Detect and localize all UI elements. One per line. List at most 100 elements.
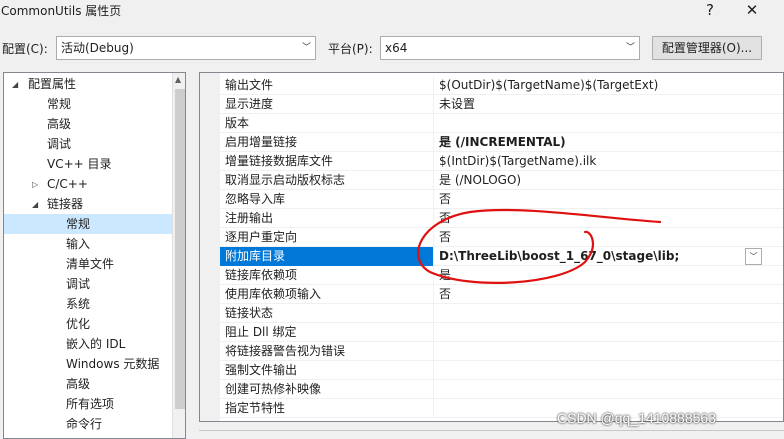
tree-item-label: 输入 <box>66 237 91 251</box>
property-value[interactable]: 否 <box>434 285 783 304</box>
tree-item[interactable]: 清单文件 <box>4 254 172 274</box>
property-row[interactable]: 强制文件输出 <box>220 361 783 380</box>
tree-item[interactable]: 所有选项 <box>4 394 172 414</box>
property-grid[interactable]: 输出文件 $(OutDir)$(TargetName)$(TargetExt) 显示… <box>199 72 784 422</box>
collapse-arrow-icon[interactable]: ◢ <box>32 195 38 215</box>
tree-item[interactable]: 常规 <box>4 94 172 114</box>
property-name: 取消显示启动版权标志 <box>220 171 434 190</box>
property-row[interactable]: 显示进度 未设置 <box>220 95 783 114</box>
tree-item-label: 配置属性 <box>28 77 77 91</box>
property-row[interactable]: 增量链接数据库文件 $(IntDir)$(TargetName).ilk <box>220 152 783 171</box>
property-name: 逐用户重定向 <box>220 228 434 247</box>
platform-select-value: x64 <box>385 41 408 55</box>
tree-item[interactable]: ◢ 配置属性 <box>4 74 172 94</box>
property-value[interactable]: 是 <box>434 266 783 285</box>
property-row[interactable]: 注册输出否 <box>220 209 783 228</box>
property-value[interactable]: D:\ThreeLib\boost_1_67_0\stage\lib; <box>434 247 783 266</box>
tree-item[interactable]: 高级 <box>4 374 172 394</box>
property-name: 启用增量链接 <box>220 133 434 152</box>
property-name: 链接状态 <box>220 304 434 323</box>
tree-item-label: 常规 <box>47 97 72 111</box>
property-row[interactable]: 版本 <box>220 114 783 133</box>
property-row[interactable]: 取消显示启动版权标志是 (/NOLOGO) <box>220 171 783 190</box>
property-value[interactable]: $(IntDir)$(TargetName).ilk <box>434 152 783 171</box>
tree-item-label: 调试 <box>47 137 72 151</box>
property-value[interactable] <box>434 361 783 380</box>
chevron-down-icon: ﹀ <box>301 43 311 53</box>
tree-item-label: 系统 <box>66 297 91 311</box>
tree-item[interactable]: ▷ C/C++ <box>4 174 172 194</box>
tree-item-label: 优化 <box>66 317 91 331</box>
property-name: 输出文件 <box>220 76 434 95</box>
tree-item[interactable]: 嵌入的 IDL <box>4 334 172 354</box>
property-name: 将链接器警告视为错误 <box>220 342 434 361</box>
tree-item[interactable]: Windows 元数据 <box>4 354 172 374</box>
property-value[interactable] <box>434 323 783 342</box>
window-title: CommonUtils 属性页 <box>1 4 122 18</box>
property-name: 增量链接数据库文件 <box>220 152 434 171</box>
scroll-up-icon[interactable]: ▲ <box>175 75 181 84</box>
tree-item[interactable]: 系统 <box>4 294 172 314</box>
tree-item-label: 清单文件 <box>66 257 115 271</box>
property-name: 显示进度 <box>220 95 434 114</box>
property-name: 阻止 Dll 绑定 <box>220 323 434 342</box>
property-row[interactable]: 阻止 Dll 绑定 <box>220 323 783 342</box>
property-row[interactable]: 输出文件 $(OutDir)$(TargetName)$(TargetExt) <box>220 76 783 95</box>
tree-scrollbar[interactable]: ▲ <box>172 73 185 438</box>
property-value[interactable]: 否 <box>434 209 783 228</box>
property-row[interactable]: 逐用户重定向否 <box>220 228 783 247</box>
collapse-arrow-icon[interactable]: ◢ <box>12 75 18 95</box>
tree-item[interactable]: 高级 <box>4 114 172 134</box>
config-select-value: 活动(Debug) <box>61 41 134 55</box>
property-value[interactable] <box>434 380 783 399</box>
property-name: 链接库依赖项 <box>220 266 434 285</box>
property-name: 创建可热修补映像 <box>220 380 434 399</box>
property-row[interactable]: 忽略导入库否 <box>220 190 783 209</box>
grid-gutter <box>200 73 220 421</box>
chevron-down-icon[interactable]: ﹀ <box>745 248 762 265</box>
property-value[interactable]: 否 <box>434 190 783 209</box>
property-value[interactable]: 未设置 <box>434 95 783 114</box>
property-row[interactable]: 使用库依赖项输入否 <box>220 285 783 304</box>
config-label: 配置(C): <box>2 42 48 56</box>
expand-arrow-icon[interactable]: ▷ <box>32 175 38 195</box>
property-row[interactable]: 链接状态 <box>220 304 783 323</box>
tree-item-label: 所有选项 <box>66 397 115 411</box>
property-value[interactable] <box>434 342 783 361</box>
property-name: 使用库依赖项输入 <box>220 285 434 304</box>
property-value[interactable]: 是 (/INCREMENTAL) <box>434 133 783 152</box>
tree-item-label: 调试 <box>66 277 91 291</box>
tree-item[interactable]: 调试 <box>4 134 172 154</box>
tree-item[interactable]: 优化 <box>4 314 172 334</box>
property-value[interactable]: 否 <box>434 228 783 247</box>
property-row[interactable]: 创建可热修补映像 <box>220 380 783 399</box>
tree-item[interactable]: 命令行 <box>4 414 172 434</box>
help-button[interactable]: ? <box>700 0 720 20</box>
platform-select[interactable]: x64 ﹀ <box>380 36 640 60</box>
tree-item[interactable]: 调试 <box>4 274 172 294</box>
chevron-down-icon: ﹀ <box>625 43 635 53</box>
property-value[interactable]: $(OutDir)$(TargetName)$(TargetExt) <box>434 76 783 95</box>
tree-item[interactable]: VC++ 目录 <box>4 154 172 174</box>
property-row[interactable]: 附加库目录 D:\ThreeLib\boost_1_67_0\stage\lib;… <box>220 247 783 266</box>
property-row[interactable]: 启用增量链接是 (/INCREMENTAL) <box>220 133 783 152</box>
tree-item-label: 嵌入的 IDL <box>66 337 126 351</box>
tree-item[interactable]: 输入 <box>4 234 172 254</box>
property-tree[interactable]: ◢ 配置属性 常规 高级 调试 VC++ 目录 ▷ C/C++ ◢ 链接器 常规 输入 清单文件 调试 系统… <box>3 72 186 439</box>
tree-item-label: Windows 元数据 <box>66 357 160 371</box>
tree-item[interactable]: ◢ 链接器 <box>4 194 172 214</box>
property-value[interactable] <box>434 304 783 323</box>
close-button[interactable]: ✕ <box>742 0 762 20</box>
config-select[interactable]: 活动(Debug) ﹀ <box>56 36 316 60</box>
property-name: 指定节特性 <box>220 399 434 418</box>
title-bar: CommonUtils 属性页 ? ✕ <box>0 0 784 22</box>
tree-item-label: 链接器 <box>47 197 84 211</box>
config-manager-button[interactable]: 配置管理器(O)... <box>652 36 762 60</box>
property-value[interactable]: 是 (/NOLOGO) <box>434 171 783 190</box>
scroll-thumb[interactable] <box>175 89 185 409</box>
tree-item[interactable]: 常规 <box>4 214 172 234</box>
property-name: 注册输出 <box>220 209 434 228</box>
property-value[interactable] <box>434 114 783 133</box>
property-row[interactable]: 将链接器警告视为错误 <box>220 342 783 361</box>
property-row[interactable]: 链接库依赖项是 <box>220 266 783 285</box>
